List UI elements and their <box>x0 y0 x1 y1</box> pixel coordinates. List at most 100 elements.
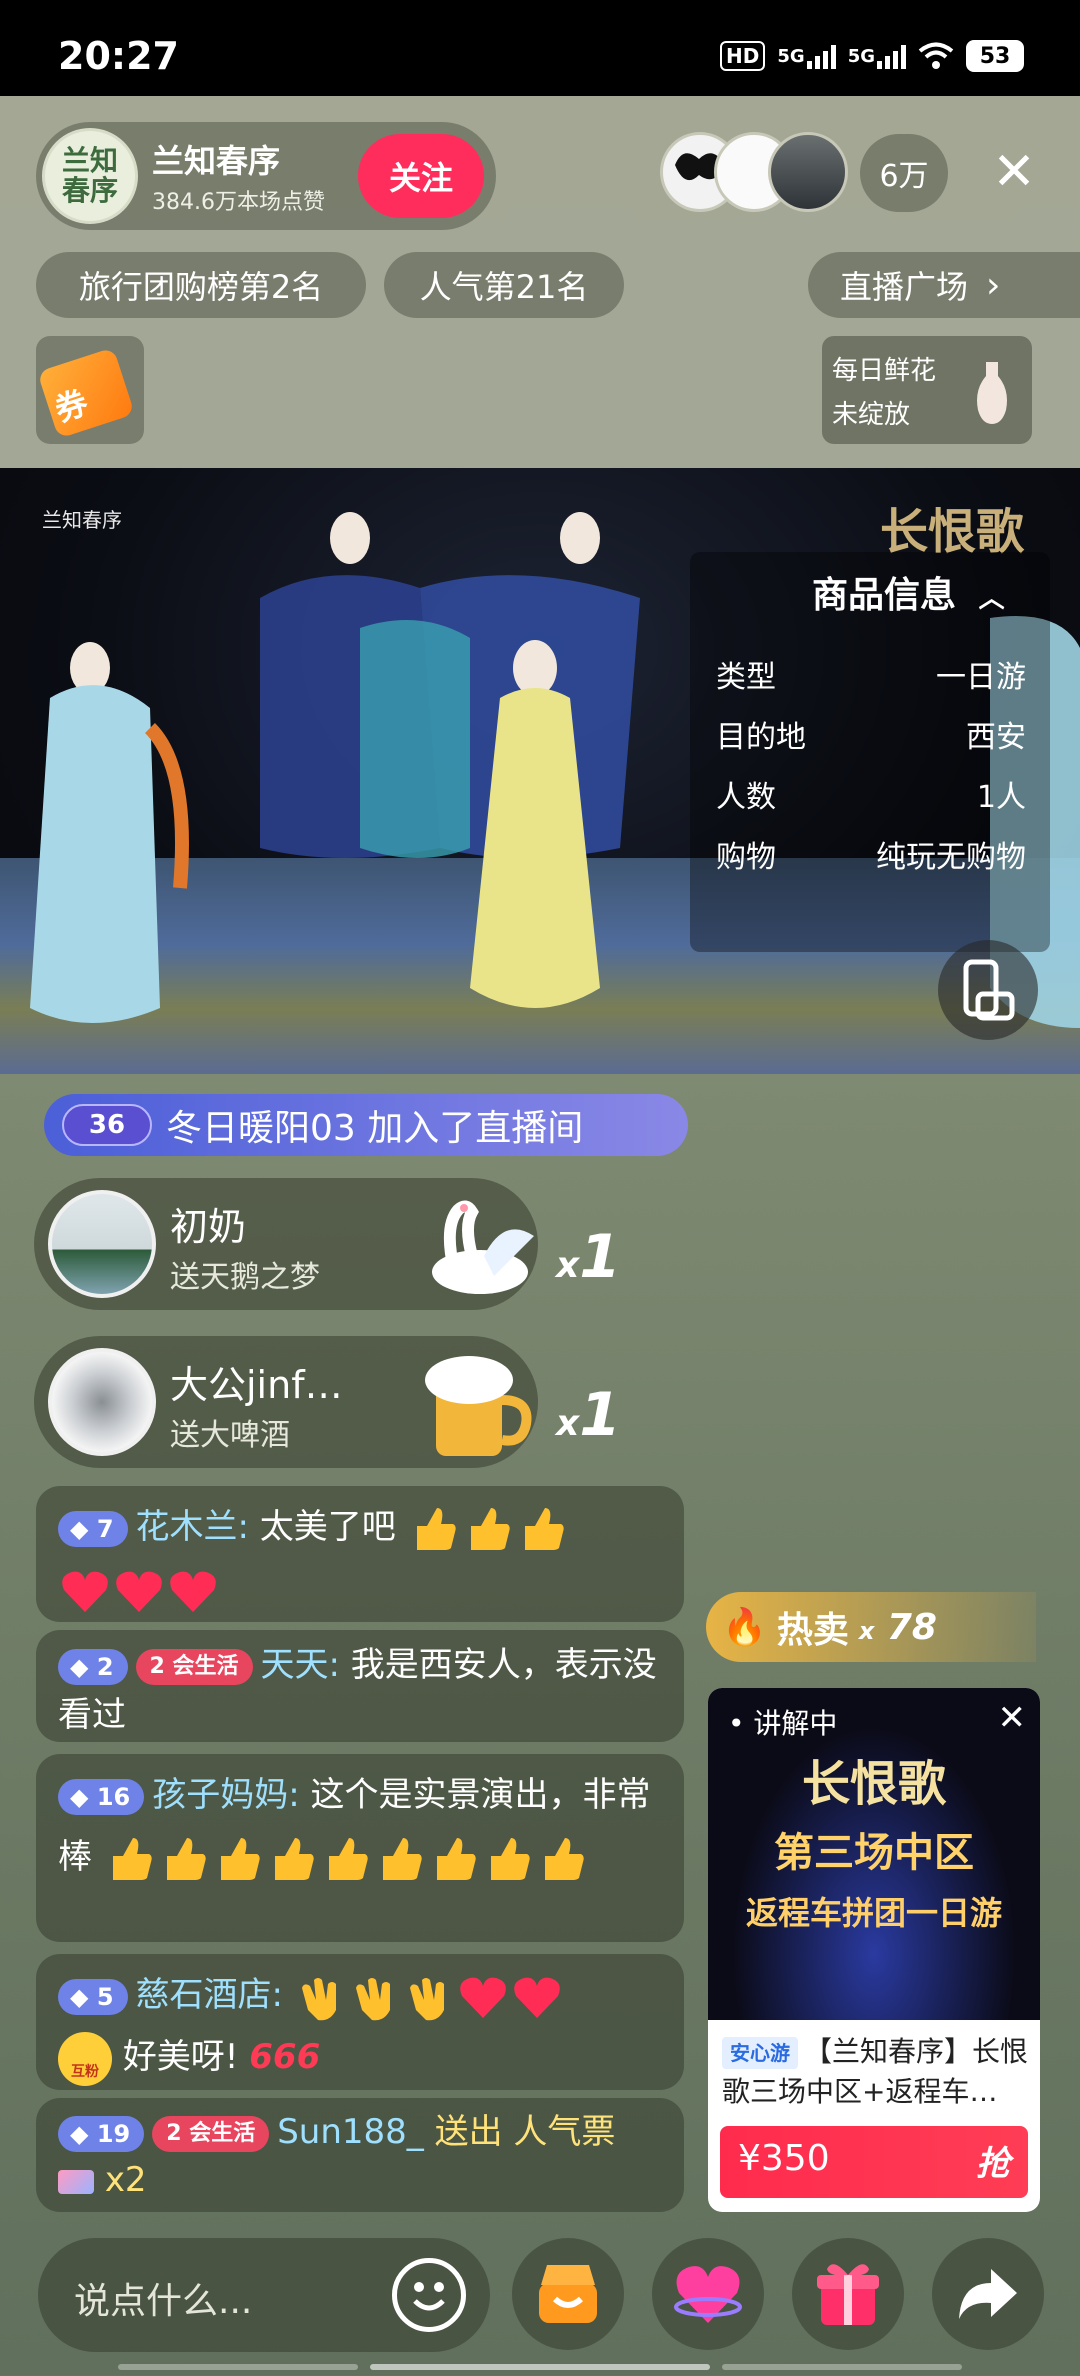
host-likes: 384.6万本场点赞 <box>152 190 325 215</box>
wifi-icon <box>918 41 954 71</box>
host-info[interactable]: 兰知 春序 兰知春序 384.6万本场点赞 关注 <box>36 122 496 230</box>
product-title[interactable]: 安心游 【兰知春序】长恨歌三场中区+返程车… <box>722 2032 1032 2112</box>
ticket-icon <box>58 2169 94 2194</box>
share-button[interactable] <box>932 2238 1044 2350</box>
chevron-up-icon: ︿ <box>978 584 1005 614</box>
daily-flower-card[interactable]: 每日鲜花 未绽放 <box>822 336 1032 444</box>
thumbs-up-emoji <box>274 1837 314 1880</box>
level-badge: ◆ 16 <box>58 1778 145 1815</box>
product-art-subtitle: 第三场中区 <box>774 1829 974 1876</box>
host-name: 兰知春序 <box>152 142 281 180</box>
grab-label: 抢 <box>976 2144 1010 2184</box>
live-plaza-button[interactable]: 直播广场 › <box>808 252 1080 318</box>
thumbs-up-emoji <box>166 1837 206 1880</box>
close-icon[interactable]: ✕ <box>986 144 1042 200</box>
coupon-icon: 券 <box>37 347 135 439</box>
chat-username[interactable]: 花木兰: <box>136 1507 249 1547</box>
comment-input[interactable]: 说点什么... <box>38 2238 490 2352</box>
shop-button[interactable] <box>512 2238 624 2350</box>
level-badge: ◆ 19 <box>58 2115 145 2152</box>
beer-gift-icon <box>425 1356 532 1456</box>
thumbs-up-emoji <box>490 1837 530 1880</box>
safe-travel-tag: 安心游 <box>722 2037 798 2069</box>
clap-emoji <box>409 1977 444 2020</box>
follow-button[interactable]: 关注 <box>358 134 484 218</box>
product-art-title: 长恨歌 <box>801 1756 946 1812</box>
product-art-caption: 返程车拼团一日游 <box>745 1894 1002 1932</box>
thumbs-up-emoji <box>382 1837 422 1880</box>
flower-line-2: 未绽放 <box>832 400 911 430</box>
gift-count: x1 <box>556 1380 621 1450</box>
product-info-title: 商品信息 <box>812 575 957 616</box>
rotate-screen-icon <box>963 959 1015 1021</box>
hd-icon: HD <box>720 41 766 71</box>
gift-box-icon <box>817 2264 879 2325</box>
signal-icon-2: 5G <box>848 41 906 71</box>
product-price: ¥350 <box>738 2138 830 2179</box>
viewer-count[interactable]: 6万 <box>860 134 948 212</box>
hot-sell-label: 热卖 <box>776 1610 849 1651</box>
club-badge: 2 会生活 <box>152 2115 270 2152</box>
product-row: 类型 一日游 <box>716 660 1026 695</box>
close-icon[interactable]: ✕ <box>998 1698 1027 1738</box>
swan-gift-icon <box>432 1200 534 1294</box>
host-avatar[interactable]: 兰知 春序 <box>42 128 138 224</box>
viewer-avatars[interactable] <box>660 132 850 212</box>
live-explaining-label: • 讲解中 <box>728 1707 838 1740</box>
nav-indicator <box>722 2364 962 2370</box>
product-info-panel[interactable]: 商品信息 ︿ 类型 一日游 目的地 西安 人数 1人 购物 纯玩无购物 <box>690 552 1050 952</box>
heart-emoji <box>116 1571 162 1612</box>
chat-message[interactable]: ◆ 22 会生活 天天: 我是西安人，表示没看过 <box>36 1630 684 1742</box>
thumbs-up-emoji <box>416 1507 456 1550</box>
thumbs-up-emoji <box>524 1507 564 1550</box>
flower-line-1: 每日鲜花 <box>832 356 937 386</box>
product-image[interactable]: • 讲解中 ✕ 长恨歌 第三场中区 返程车拼团一日游 <box>708 1688 1040 2020</box>
emoji-icon[interactable] <box>392 2258 466 2332</box>
video-logo: 兰知春序 <box>42 508 122 532</box>
chat-username[interactable]: 天天: <box>261 1645 340 1685</box>
vase-icon <box>977 362 1007 424</box>
product-info-header[interactable]: 商品信息 ︿ <box>812 566 1005 618</box>
level-badge: ◆ 7 <box>58 1510 128 1547</box>
clap-emoji <box>355 1977 390 2020</box>
like-button[interactable] <box>652 2238 764 2350</box>
level-badge: ◆ 2 <box>58 1648 128 1685</box>
avatar[interactable] <box>48 1348 156 1456</box>
gift-notification: 大公jinf… 送大啤酒 <box>34 1336 538 1468</box>
chat-text: 好美呀! <box>122 2037 239 2077</box>
viewer-avatar[interactable] <box>768 132 848 212</box>
thumbs-up-emoji <box>220 1837 260 1880</box>
thumbs-up-emoji <box>328 1837 368 1880</box>
club-badge: 2 会生活 <box>135 1648 253 1685</box>
rank-tag-group-buy[interactable]: 旅行团购榜第2名 <box>36 252 366 318</box>
product-row: 人数 1人 <box>716 780 1026 815</box>
chat-username[interactable]: 慈石酒店: <box>136 1975 283 2015</box>
status-time: 20:27 <box>58 34 179 78</box>
screen-rotate-button[interactable] <box>938 940 1038 1040</box>
gift-count: x2 <box>104 2160 147 2200</box>
product-card[interactable]: • 讲解中 ✕ 长恨歌 第三场中区 返程车拼团一日游 安心游 【兰知春序】长恨歌三… <box>708 1688 1040 2212</box>
gift-button[interactable] <box>792 2238 904 2350</box>
live-video[interactable]: 兰知春序 长恨歌 商品信息 ︿ 类型 一日游 目的地 西安 人数 1人 购物 纯玩无购物 <box>0 468 1080 1074</box>
product-row: 目的地 西安 <box>716 720 1026 755</box>
chat-message[interactable]: ◆ 7 花木兰: 太美了吧 <box>36 1486 684 1622</box>
status-bar: 20:27 HD 5G 5G 53 <box>0 0 1080 96</box>
coupon-button[interactable]: 券 <box>36 336 144 444</box>
chat-message[interactable]: ◆ 19 2 会生活 Sun188_ 送出 人气票 x2 <box>36 2098 684 2212</box>
gift-sender-name: 初奶 <box>170 1205 247 1249</box>
gift-sender-name: 大公jinf… <box>170 1363 343 1407</box>
hot-sell-tag[interactable]: 🔥 热卖 x 78 <box>706 1592 1036 1662</box>
rank-tag-popularity[interactable]: 人气第21名 <box>384 252 624 318</box>
chat-message[interactable]: ◆ 16 孩子妈妈: 这个是实景演出，非常棒 <box>36 1754 684 1942</box>
avatar[interactable] <box>48 1190 156 1298</box>
chat-text: 太美了吧 <box>259 1507 396 1547</box>
mutual-follow-badge: 互粉 <box>58 2031 112 2086</box>
join-notification: 36 冬日暖阳03 加入了直播间 <box>44 1094 688 1156</box>
heart-emoji <box>513 1977 560 2018</box>
chat-message[interactable]: ◆ 5 慈石酒店: 互粉 好美呀! 666 <box>36 1954 684 2090</box>
heart-emoji <box>459 1977 506 2018</box>
chat-username[interactable]: Sun188_ <box>277 2112 424 2152</box>
buy-button[interactable]: ¥350 抢 <box>720 2126 1028 2198</box>
product-row: 购物 纯玩无购物 <box>716 840 1026 875</box>
chat-username[interactable]: 孩子妈妈: <box>152 1775 299 1815</box>
